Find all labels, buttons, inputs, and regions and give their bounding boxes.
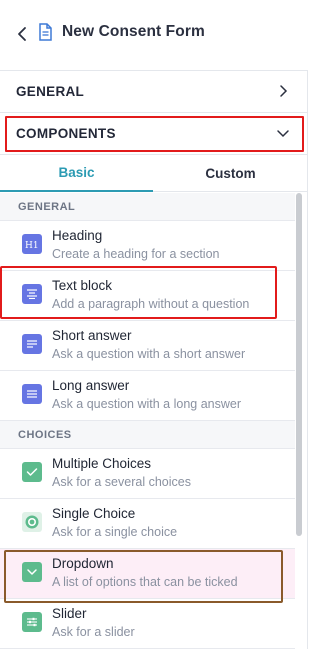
list-item-heading[interactable]: H1 Heading Create a heading for a sectio…	[0, 221, 295, 271]
item-desc: Ask a question with a short answer	[52, 347, 246, 361]
list-scrollbar[interactable]	[296, 193, 302, 536]
component-list: GENERAL H1 Heading Create a heading for …	[0, 193, 295, 649]
text-align-icon	[22, 284, 42, 304]
item-name: Slider	[52, 606, 87, 621]
item-desc: Ask for a slider	[52, 625, 135, 639]
item-desc: Ask for a several choices	[52, 475, 191, 489]
long-text-icon	[22, 384, 42, 404]
checkbox-icon	[22, 462, 42, 482]
chevron-down-icon	[276, 126, 290, 140]
item-desc: Add a paragraph without a question	[52, 297, 250, 311]
section-general-label: GENERAL	[16, 84, 85, 99]
list-item-dropdown[interactable]: Dropdown A list of options that can be t…	[0, 549, 295, 599]
tab-custom[interactable]: Custom	[153, 155, 307, 192]
chevron-right-icon	[276, 84, 290, 98]
item-name: Text block	[52, 278, 113, 293]
group-header-choices: CHOICES	[0, 421, 295, 449]
dropdown-icon	[22, 562, 42, 582]
group-general-label: GENERAL	[18, 200, 76, 213]
list-item-slider[interactable]: Slider Ask for a slider	[0, 599, 295, 649]
list-item-short-answer[interactable]: Short answer Ask a question with a short…	[0, 321, 295, 371]
item-name: Dropdown	[52, 556, 114, 571]
panel-edge	[308, 70, 319, 649]
svg-text:H1: H1	[25, 241, 39, 250]
item-name: Long answer	[52, 378, 130, 393]
item-name: Single Choice	[52, 506, 136, 521]
header: New Consent Form	[0, 0, 319, 70]
group-header-general: GENERAL	[0, 193, 295, 221]
list-item-single-choice[interactable]: Single Choice Ask for a single choice	[0, 499, 295, 549]
item-name: Heading	[52, 228, 103, 243]
item-name: Multiple Choices	[52, 456, 152, 471]
h1-icon: H1	[22, 234, 42, 254]
group-choices-label: CHOICES	[18, 428, 72, 441]
short-text-icon	[22, 334, 42, 354]
section-components[interactable]: COMPONENTS	[0, 113, 307, 155]
item-name: Short answer	[52, 328, 132, 343]
item-desc: Create a heading for a section	[52, 247, 220, 261]
document-icon	[38, 23, 54, 45]
item-desc: Ask a question with a long answer	[52, 397, 241, 411]
list-item-multiple-choices[interactable]: Multiple Choices Ask for a several choic…	[0, 449, 295, 499]
radio-icon	[22, 512, 42, 532]
tab-basic[interactable]: Basic	[0, 155, 153, 192]
section-components-label: COMPONENTS	[16, 126, 116, 141]
chevron-left-icon[interactable]	[14, 24, 30, 44]
item-desc: A list of options that can be ticked	[52, 575, 238, 589]
page-title: New Consent Form	[62, 23, 205, 40]
section-general[interactable]: GENERAL	[0, 71, 307, 113]
item-desc: Ask for a single choice	[52, 525, 178, 539]
slider-icon	[22, 612, 42, 632]
tab-bar: Basic Custom	[0, 155, 307, 192]
components-panel: GENERAL COMPONENTS Basic Custom GENERAL …	[0, 70, 308, 649]
list-item-text-block[interactable]: Text block Add a paragraph without a que…	[0, 271, 295, 321]
list-item-long-answer[interactable]: Long answer Ask a question with a long a…	[0, 371, 295, 421]
